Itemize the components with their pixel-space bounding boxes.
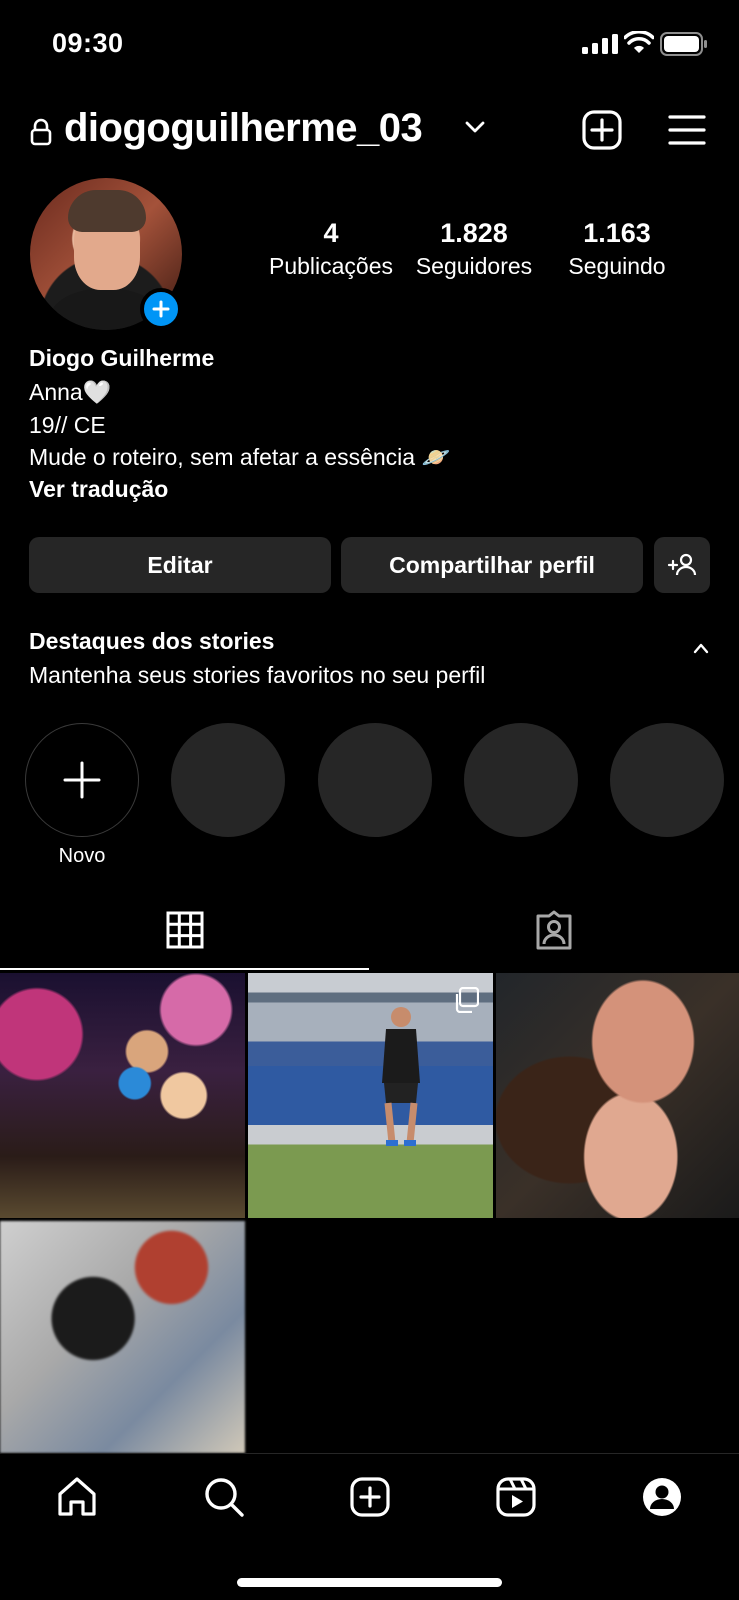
stat-posts[interactable]: 4 Publicações [266,218,396,280]
plus-icon [63,761,101,799]
username[interactable]: diogoguilherme_03 [64,106,423,151]
discover-people-button[interactable] [654,537,710,593]
create-icon[interactable] [582,110,622,150]
profile-icon[interactable] [641,1476,683,1518]
reels-icon[interactable] [495,1476,537,1518]
highlight-placeholder [171,723,285,837]
tagged-icon [536,910,572,950]
search-icon[interactable] [203,1476,245,1518]
create-icon[interactable] [349,1476,391,1518]
highlight-placeholder [610,723,724,837]
chevron-down-icon[interactable] [464,120,486,134]
share-profile-button[interactable]: Compartilhar perfil [341,537,643,593]
cellular-signal-icon [582,34,618,54]
stat-following-label: Seguindo [568,253,666,279]
post-thumbnail[interactable] [0,973,245,1218]
battery-icon [660,32,707,56]
carousel-icon [455,987,479,1013]
profile-name: Diogo Guilherme [29,345,215,371]
bio-line: Mude o roteiro, sem afetar a essência 🪐 [29,444,451,470]
bio-line: Anna🤍 [29,379,112,405]
wifi-icon [624,31,654,53]
add-story-button[interactable] [140,288,182,330]
bio-line: 19// CE [29,412,106,438]
post-thumbnail[interactable] [248,973,493,1218]
new-highlight-button[interactable] [25,723,139,837]
stat-posts-label: Publicações [268,253,394,279]
stat-posts-value: 4 [323,218,339,248]
stat-following[interactable]: 1.163 Seguindo [554,218,680,280]
profile-header: diogoguilherme_03 [0,100,739,162]
lock-icon [30,118,52,146]
new-highlight-label: Novo [58,845,106,867]
post-thumbnail[interactable] [496,973,739,1218]
grid-icon [166,911,203,949]
active-tab-indicator [0,968,369,970]
highlights-title: Destaques dos stories [29,628,275,654]
stat-followers[interactable]: 1.828 Seguidores [404,218,544,280]
post-thumbnail[interactable] [0,1221,245,1453]
menu-icon[interactable] [668,114,706,146]
avatar-hair [68,190,146,232]
tab-tagged[interactable] [369,890,739,970]
status-time: 09:30 [52,28,124,58]
tab-posts-grid[interactable] [0,890,369,970]
highlight-placeholder [464,723,578,837]
edit-profile-button[interactable]: Editar [29,537,331,593]
see-translation-link[interactable]: Ver tradução [29,476,168,503]
player-figure [382,1007,420,1146]
plus-icon [152,300,170,318]
home-indicator[interactable] [237,1578,502,1587]
stat-following-value: 1.163 [583,218,651,248]
stat-followers-label: Seguidores [415,253,533,279]
highlights-subtitle: Mantenha seus stories favoritos no seu p… [29,662,486,688]
highlight-placeholder [318,723,432,837]
stat-followers-value: 1.828 [440,218,508,248]
home-icon[interactable] [56,1476,98,1518]
status-bar: 09:30 [0,0,739,90]
chevron-up-icon[interactable] [692,642,710,654]
add-person-icon [667,553,697,576]
